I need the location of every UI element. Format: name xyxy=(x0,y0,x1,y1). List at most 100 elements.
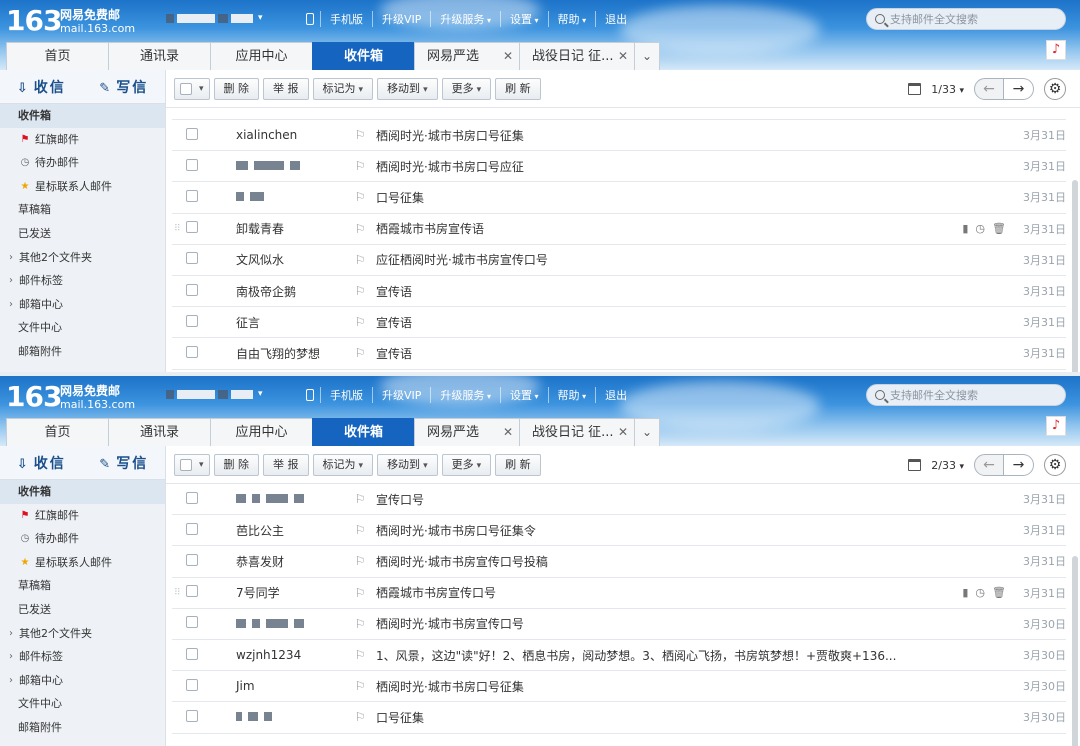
sidebar-item[interactable]: 收件箱 xyxy=(0,104,165,128)
flag-icon[interactable]: ⚐ xyxy=(348,492,372,506)
bookmark-icon[interactable]: ▮ xyxy=(962,222,968,235)
row-checkbox[interactable] xyxy=(172,616,212,631)
close-icon[interactable]: ✕ xyxy=(618,419,628,446)
top-link[interactable]: 手机版 xyxy=(320,11,372,27)
drag-handle-icon[interactable]: ⠿ xyxy=(174,588,181,598)
close-icon[interactable]: ✕ xyxy=(503,419,513,446)
more-button[interactable]: 更多 ▾ xyxy=(441,453,492,476)
top-link[interactable]: 升级VIP xyxy=(372,11,430,27)
flag-icon[interactable]: ⚐ xyxy=(348,222,372,236)
tab-overflow-chevron-icon[interactable]: ⌄ xyxy=(634,42,660,70)
move-to-button[interactable]: 移动到 ▾ xyxy=(377,453,438,476)
sidebar-item[interactable]: ⚑ 红旗邮件 xyxy=(0,128,165,152)
more-button[interactable]: 更多 ▾ xyxy=(441,77,492,100)
flag-icon[interactable]: ⚐ xyxy=(348,128,372,142)
search-input[interactable]: 支持邮件全文搜索 xyxy=(866,384,1066,406)
row-checkbox[interactable] xyxy=(172,345,212,361)
delete-button[interactable]: 删 除 xyxy=(213,453,260,476)
tab-3[interactable]: 应用中心 xyxy=(210,42,313,70)
next-page-button[interactable]: → xyxy=(1004,454,1034,476)
sidebar-item[interactable]: ★ 星标联系人邮件 xyxy=(0,175,165,199)
tab-6[interactable]: 战役日记 征... ✕ xyxy=(519,42,635,70)
tab-2[interactable]: 通讯录 xyxy=(108,418,211,446)
tab-5[interactable]: 网易严选 ✕ xyxy=(414,42,520,70)
delete-button[interactable]: 删 除 xyxy=(213,77,260,100)
sidebar-item[interactable]: 已发送 xyxy=(0,222,165,246)
top-link[interactable]: 退出 xyxy=(595,11,636,27)
compose-button[interactable]: ✎ 写信 xyxy=(83,77,166,97)
close-icon[interactable]: ✕ xyxy=(618,43,628,70)
top-link[interactable]: 升级服务 ▾ xyxy=(430,387,500,403)
row-checkbox[interactable] xyxy=(172,678,212,694)
trash-icon[interactable]: 🗑 xyxy=(992,586,1006,599)
row-checkbox[interactable] xyxy=(172,252,212,267)
sidebar-item[interactable]: ⚑ 红旗邮件 xyxy=(0,504,165,528)
logo-163[interactable]: 163 xyxy=(6,4,62,37)
flag-icon[interactable]: ⚐ xyxy=(348,284,372,298)
sidebar-item[interactable]: 已发送 xyxy=(0,598,165,622)
sidebar-item[interactable]: 草稿箱 xyxy=(0,198,165,222)
row-checkbox[interactable] xyxy=(172,647,212,663)
tab-4[interactable]: 收件箱 xyxy=(312,42,415,70)
row-checkbox[interactable] xyxy=(172,158,212,174)
email-row[interactable]: 文风似水 ⚐ 应征栖阅时光·城市书房宣传口号 3月31日 xyxy=(172,245,1066,276)
row-checkbox[interactable] xyxy=(172,491,212,507)
tab-2[interactable]: 通讯录 xyxy=(108,42,211,70)
flag-icon[interactable]: ⚐ xyxy=(348,554,372,568)
sidebar-item[interactable]: ◷ 待办邮件 xyxy=(0,151,165,175)
flag-icon[interactable]: ⚐ xyxy=(348,617,372,631)
email-row[interactable]: Jim ⚐ 栖阅时光·城市书房口号征集 3月30日 xyxy=(172,671,1066,703)
refresh-button[interactable]: 刷 新 xyxy=(495,77,541,100)
email-row[interactable]: ⚐ 口号征集 3月31日 xyxy=(172,182,1066,214)
email-row[interactable]: ⠿ 卸载青春 ⚐ 栖霞城市书房宣传语 ▮ ◷ 🗑 3月31日 xyxy=(172,214,1066,245)
email-row[interactable]: wzjnh1234 ⚐ 1、风景，这边"读"好！2、栖息书房，阅动梦想。3、栖阅心飞… xyxy=(172,640,1066,672)
scrollbar[interactable] xyxy=(1072,556,1078,746)
compose-button[interactable]: ✎ 写信 xyxy=(83,453,166,473)
sidebar-item[interactable]: › 邮箱中心 xyxy=(0,669,165,693)
select-all-checkbox[interactable]: ▾ xyxy=(174,453,210,476)
chevron-down-icon[interactable]: ▾ xyxy=(258,389,263,399)
email-row[interactable]: 恭喜发财 ⚐ 栖阅时光·城市书房宣传口号投稿 3月31日 xyxy=(172,546,1066,578)
sidebar-item[interactable]: 文件中心 xyxy=(0,316,165,340)
sidebar-item[interactable]: 邮箱附件 xyxy=(0,340,165,364)
flag-icon[interactable]: ⚐ xyxy=(348,710,372,724)
top-link[interactable]: 帮助 ▾ xyxy=(547,11,596,27)
flag-icon[interactable]: ⚐ xyxy=(348,523,372,537)
prev-page-button[interactable]: ← xyxy=(974,454,1004,476)
sidebar-item[interactable]: › 其他2个文件夹 xyxy=(0,622,165,646)
mark-as-button[interactable]: 标记为 ▾ xyxy=(312,453,374,476)
logo-163[interactable]: 163 xyxy=(6,380,62,413)
top-link[interactable]: 设置 ▾ xyxy=(499,387,548,403)
drag-handle-icon[interactable]: ⠿ xyxy=(174,224,181,234)
email-row[interactable]: 征言 ⚐ 宣传语 3月31日 xyxy=(172,307,1066,339)
next-page-button[interactable]: → xyxy=(1004,78,1034,100)
close-icon[interactable]: ✕ xyxy=(503,43,513,70)
tab-1[interactable]: 首页 xyxy=(6,42,109,70)
report-button[interactable]: 举 报 xyxy=(263,77,309,100)
flag-icon[interactable]: ⚐ xyxy=(348,679,372,693)
prev-page-button[interactable]: ← xyxy=(974,78,1004,100)
tab-1[interactable]: 首页 xyxy=(6,418,109,446)
top-link[interactable]: 升级服务 ▾ xyxy=(430,11,500,27)
report-button[interactable]: 举 报 xyxy=(263,453,309,476)
tab-4[interactable]: 收件箱 xyxy=(312,418,415,446)
trash-icon[interactable]: 🗑 xyxy=(992,222,1006,235)
top-link[interactable]: 设置 ▾ xyxy=(499,11,548,27)
mark-as-button[interactable]: 标记为 ▾ xyxy=(312,77,374,100)
top-link[interactable]: 帮助 ▾ xyxy=(547,387,596,403)
receive-button[interactable]: ⇩ 收信 xyxy=(0,453,83,473)
music-icon[interactable]: ♪ xyxy=(1046,40,1066,60)
email-row[interactable]: 南极帝企鹅 ⚐ 宣传语 3月31日 xyxy=(172,276,1066,308)
gear-icon[interactable]: ⚙ xyxy=(1044,454,1066,476)
flag-icon[interactable]: ⚐ xyxy=(348,315,372,329)
sidebar-item[interactable]: › 邮件标签 xyxy=(0,269,165,293)
row-checkbox[interactable] xyxy=(172,553,212,569)
page-indicator[interactable]: 2/33 ▾ xyxy=(931,459,964,472)
email-row[interactable]: xialinchen ⚐ 栖阅时光·城市书房口号征集 3月31日 xyxy=(172,120,1066,152)
search-input[interactable]: 支持邮件全文搜索 xyxy=(866,8,1066,30)
email-row[interactable]: 自由飞翔的梦想 ⚐ 宣传语 3月31日 xyxy=(172,338,1066,370)
move-to-button[interactable]: 移动到 ▾ xyxy=(377,77,438,100)
row-checkbox[interactable] xyxy=(172,127,212,143)
sidebar-item[interactable]: 收件箱 xyxy=(0,480,165,504)
tab-overflow-chevron-icon[interactable]: ⌄ xyxy=(634,418,660,446)
